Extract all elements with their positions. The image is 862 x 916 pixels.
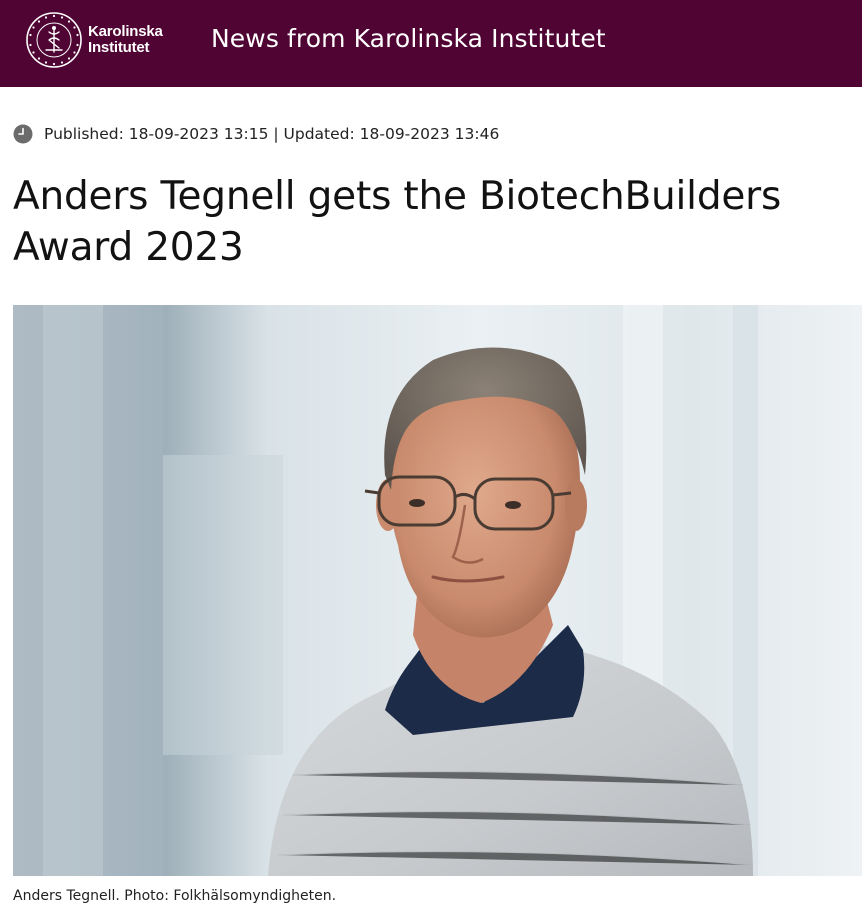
publish-date-text: Published: 18-09-2023 13:15 | Updated: 1… [44,125,500,143]
article-title: Anders Tegnell gets the BiotechBuilders … [13,171,853,273]
karolinska-seal-icon [26,12,82,68]
image-caption: Anders Tegnell. Photo: Folkhälsomyndighe… [13,888,337,904]
clock-icon [13,124,33,144]
article-title-line-1: Anders Tegnell gets the BiotechBuilders [13,174,782,219]
portrait-photo [13,305,862,876]
karolinska-logo-link[interactable]: Karolinska Institutet [24,10,163,70]
article-title-line-2: Award 2023 [13,225,244,270]
article-hero-image [13,305,862,876]
publish-meta: Published: 18-09-2023 13:15 | Updated: 1… [13,122,499,146]
logo-wordmark: Karolinska Institutet [88,24,163,56]
logo-line-2: Institutet [88,39,150,56]
site-title-link[interactable]: News from Karolinska Institutet [211,22,606,56]
site-header: Karolinska Institutet News from Karolins… [0,0,862,87]
logo-line-1: Karolinska [88,23,163,40]
